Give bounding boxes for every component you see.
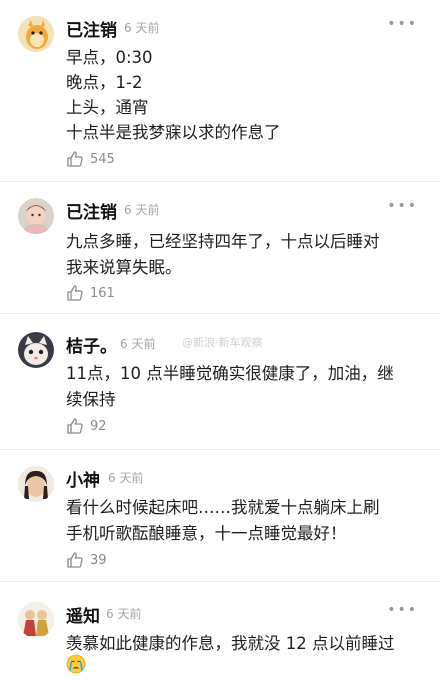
comment-item: 小神 6 天前 看什么时候起床吧……我就爱十点躺床上刷 手机听歌酝酿睡意，十一点… — [0, 464, 440, 582]
like-button[interactable]: 92 — [66, 415, 107, 437]
comment-text-line: 十点半是我梦寐以求的作息了 — [66, 123, 281, 142]
avatar[interactable] — [18, 466, 54, 502]
commenter-name[interactable]: 已注销 — [66, 16, 117, 41]
like-button[interactable]: 545 — [66, 148, 115, 170]
comment-time: 6 天前 — [120, 337, 156, 351]
more-dots-icon[interactable]: ••• — [387, 198, 418, 214]
crying-face-icon — [66, 654, 86, 674]
like-count: 545 — [90, 151, 115, 167]
avatar-image — [18, 332, 54, 368]
thumbs-up-icon — [67, 151, 83, 167]
commenter-name[interactable]: 小神 — [66, 466, 100, 491]
avatar-image — [18, 198, 54, 234]
like-button[interactable]: 161 — [66, 282, 115, 304]
commenter-name[interactable]: 遥知 — [66, 602, 100, 627]
avatar-image — [18, 466, 54, 502]
comment-text-line: 手机听歌酝酿睡意，十一点睡觉最好！ — [66, 524, 347, 543]
commenter-name[interactable]: 桔子。 — [66, 332, 117, 357]
avatar[interactable] — [18, 602, 54, 638]
watermark: @新浪·新车观察 — [182, 336, 263, 349]
avatar[interactable] — [18, 198, 54, 234]
like-count: 161 — [90, 285, 115, 301]
comment-time: 6 天前 — [124, 21, 160, 35]
commenter-name[interactable]: 已注销 — [66, 198, 117, 223]
comment-time: 6 天前 — [124, 203, 160, 217]
comment-feed: 已注销 6 天前 ••• 早点，0:30 晚点，1-2 上头，通宵 十点半是我梦… — [0, 0, 440, 682]
thumbs-up-icon — [67, 552, 83, 568]
avatar-image — [18, 16, 54, 52]
comment-time: 6 天前 — [106, 607, 142, 621]
comment-text-line: 九点多睡，已经坚持四年了，十点以后睡对 — [66, 232, 380, 251]
more-dots-icon[interactable]: ••• — [387, 16, 418, 32]
comment-text-line: 上头，通宵 — [66, 98, 149, 117]
comment-text-line: 11点，10 点半睡觉确实很健康了，加油，继 — [66, 364, 394, 383]
like-button[interactable]: 39 — [66, 549, 107, 571]
comment-text-line: 早点，0:30 — [66, 48, 153, 67]
comment-text-line: 羡慕如此健康的作息，我就没 12 点以前睡过 — [66, 634, 395, 653]
avatar[interactable] — [18, 16, 54, 52]
more-dots-icon[interactable]: ••• — [387, 602, 418, 618]
thumbs-up-icon — [67, 418, 83, 434]
comment-text-line: 晚点，1-2 — [66, 73, 143, 92]
comment-time: 6 天前 — [108, 471, 144, 485]
thumbs-up-icon — [67, 285, 83, 301]
comment-item: 已注销 6 天前 ••• 早点，0:30 晚点，1-2 上头，通宵 十点半是我梦… — [0, 14, 440, 182]
like-count: 39 — [90, 552, 107, 568]
avatar-image — [18, 602, 54, 638]
comment-item: 已注销 6 天前 ••• 九点多睡，已经坚持四年了，十点以后睡对 我来说算失眠。… — [0, 196, 440, 314]
comment-item: 遥知 6 天前 ••• 羡慕如此健康的作息，我就没 12 点以前睡过 — [0, 600, 440, 682]
like-count: 92 — [90, 418, 107, 434]
avatar[interactable] — [18, 332, 54, 368]
comment-text-line: 续保持 — [66, 390, 116, 409]
comment-text-line: 看什么时候起床吧……我就爱十点躺床上刷 — [66, 498, 380, 517]
comment-text-line: 我来说算失眠。 — [66, 258, 182, 277]
